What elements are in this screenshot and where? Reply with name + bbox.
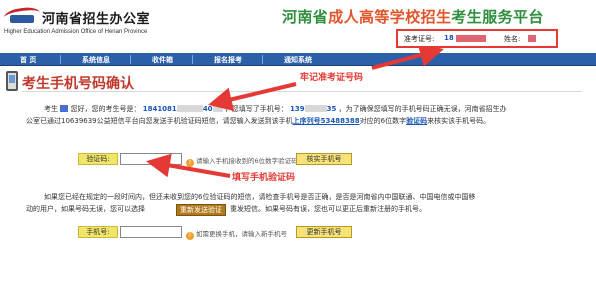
serial-number: 上序列号53488388 (292, 117, 360, 125)
nav-system-info[interactable]: 系统信息 (82, 55, 110, 65)
platform-title-part2: 成人高等学校招生 (328, 8, 452, 26)
ticket-label: 准考证号: (404, 35, 435, 43)
platform-title: 河南省成人高等学校招生考生服务平台 (282, 6, 544, 27)
nav-home[interactable]: 首 页 (20, 55, 36, 65)
resend-verification-button[interactable]: 重新发送验证 (176, 204, 226, 216)
resend-paragraph-line2: 动的用户，如果号码无误，您可以选择 (26, 205, 145, 213)
resend-paragraph-line1: 如果您已经在规定的一段时间内，但还未收到您的6位验证码的短信，请检查手机号是否正… (44, 193, 476, 201)
exam-number: 1841081 (142, 105, 177, 113)
info-icon: ! (186, 232, 194, 240)
confirm-paragraph-line2: 公室已通过10639639公益短信平台向您发送手机验证码短信，请您输入发送到该手… (26, 117, 491, 125)
info-icon: ! (186, 159, 194, 167)
annotation-remember-ticket: 牢记准考证号码 (300, 73, 364, 83)
ticket-value: 18 (444, 34, 454, 42)
update-phone-button[interactable]: 更新手机号 (296, 226, 352, 238)
phone-number: 139 (290, 105, 305, 113)
confirm-paragraph-line1: 考生 您好，您的考生号是： 1841081 40 ，您填写了手机号： 139 35 … (44, 105, 507, 113)
resend-paragraph-line2b: 重发短信。如果号码有误，您也可以更正后重新注册的手机号。 (230, 205, 426, 213)
annotation-fill-code: 填写手机验证码 (232, 173, 296, 183)
verify-phone-button[interactable]: 核实手机号 (296, 153, 352, 165)
platform-title-part1: 河南省 (282, 8, 329, 26)
phone-hint: ! 如需更换手机，请输入新手机号 (186, 228, 287, 240)
user-info-box: 准考证号: 18 姓名: (396, 29, 558, 48)
main-nav: 首 页 系统信息 收件箱 报名报考 通知系统 (0, 53, 596, 66)
org-name-en: Higher Education Admission Office of Hen… (4, 29, 148, 35)
arrow-to-exam-number (208, 82, 297, 112)
nav-notifications[interactable]: 通知系统 (284, 55, 312, 65)
phone-input[interactable] (120, 226, 182, 238)
platform-title-part3: 考生服务平台 (451, 8, 544, 26)
phone-label: 手机号: (78, 226, 118, 238)
nav-inbox[interactable]: 收件箱 (152, 55, 173, 65)
nav-registration[interactable]: 报名报考 (214, 55, 242, 65)
org-name-cn: 河南省招生办公室 (42, 12, 151, 27)
logo-icon (3, 5, 41, 26)
redacted-name (528, 35, 536, 42)
verify-code-hint: ! 请输入手机接收到的6位数字验证码 (186, 155, 298, 167)
mobile-phone-icon (6, 71, 18, 91)
redacted-ticket (456, 35, 486, 42)
page-title: 考生手机号码确认 (22, 76, 134, 92)
redacted-name-inline (60, 105, 69, 112)
verify-code-label: 验证码: (78, 153, 118, 165)
name-label: 姓名: (504, 35, 521, 43)
title-divider (22, 91, 582, 92)
verify-code-input[interactable] (120, 153, 182, 165)
